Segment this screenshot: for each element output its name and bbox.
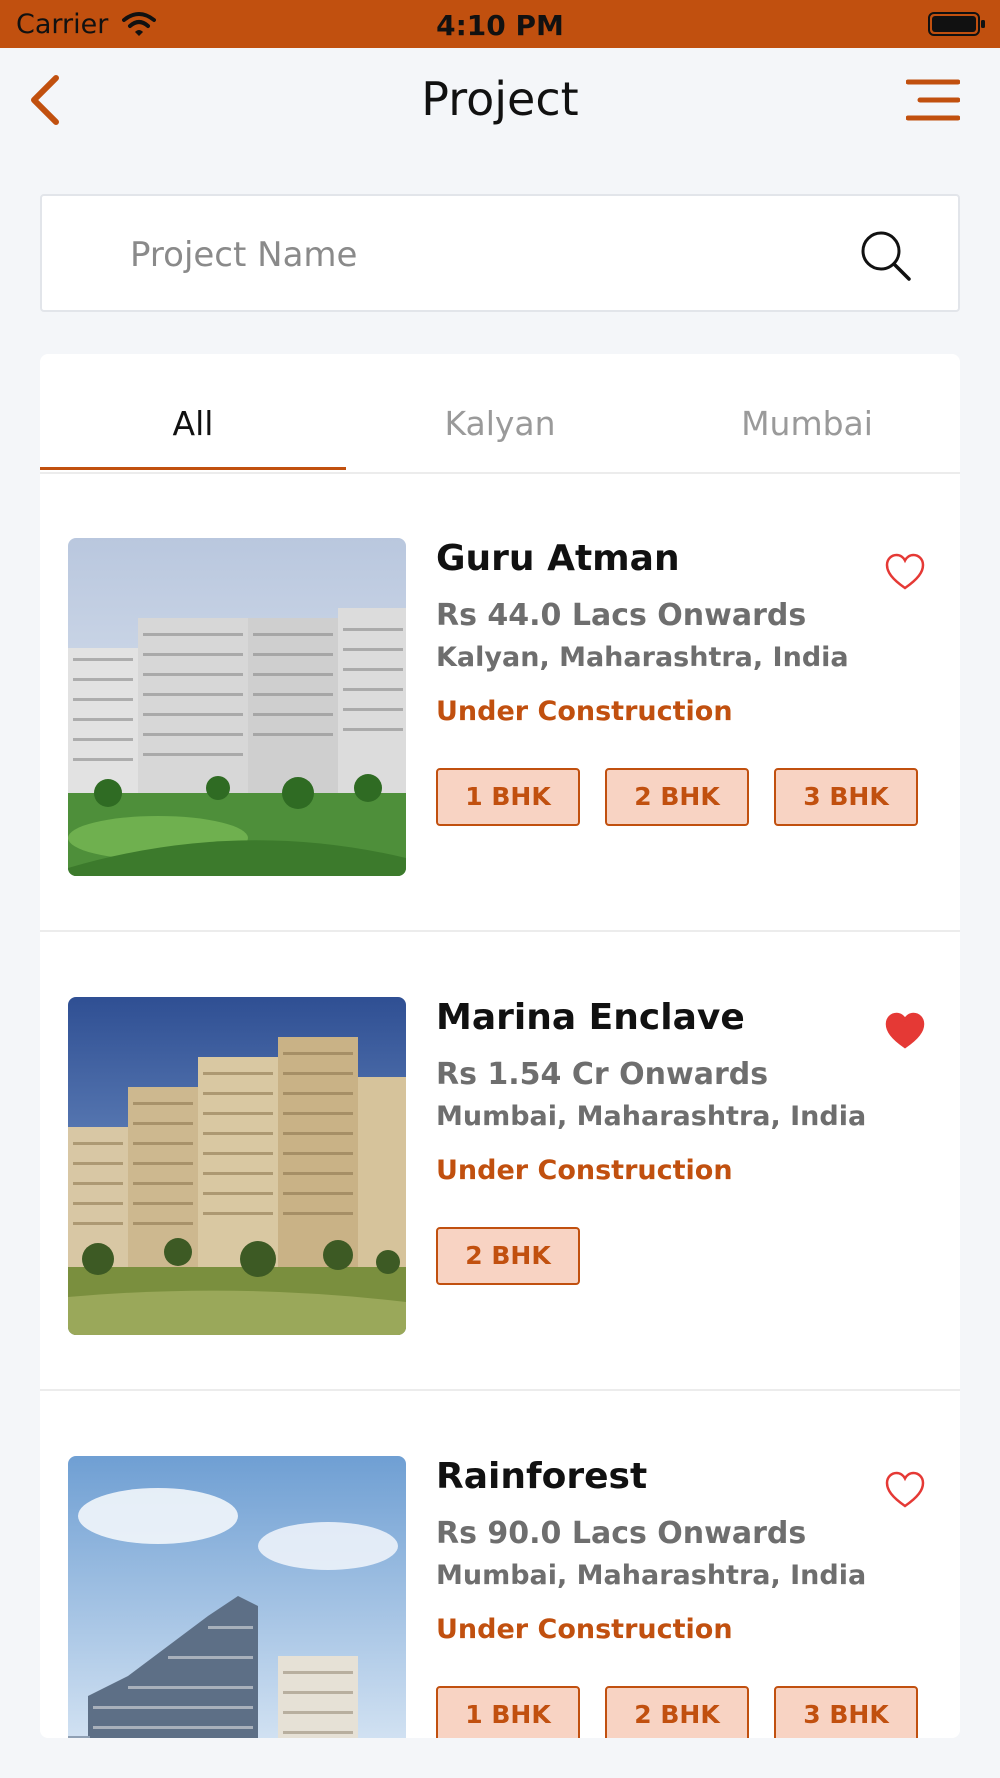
- wifi-icon: [122, 12, 156, 36]
- status-bar: Carrier 4:10 PM: [0, 0, 1000, 48]
- config-chip[interactable]: 1 BHK: [436, 768, 580, 826]
- project-image: [68, 1456, 406, 1738]
- search-box: [40, 194, 960, 312]
- project-image: [68, 997, 406, 1335]
- project-card-marina-enclave[interactable]: Marina Enclave Rs 1.54 Cr Onwards Mumbai…: [40, 931, 960, 1391]
- tab-kalyan[interactable]: Kalyan: [347, 354, 653, 472]
- project-status: Under Construction: [436, 1614, 733, 1645]
- search-icon[interactable]: [860, 230, 912, 282]
- config-chip[interactable]: 2 BHK: [436, 1227, 580, 1285]
- project-price: Rs 90.0 Lacs Onwards: [436, 1516, 807, 1551]
- tab-mumbai[interactable]: Mumbai: [654, 354, 960, 472]
- heart-outline-icon[interactable]: [884, 1470, 926, 1510]
- config-chip[interactable]: 3 BHK: [774, 1686, 918, 1738]
- page-title: Project: [421, 72, 579, 126]
- heart-outline-icon[interactable]: [884, 552, 926, 592]
- config-chip[interactable]: 1 BHK: [436, 1686, 580, 1738]
- project-name: Rainforest: [436, 1456, 648, 1497]
- battery-icon: [928, 12, 985, 36]
- project-card-rainforest[interactable]: Rainforest Rs 90.0 Lacs Onwards Mumbai, …: [40, 1390, 960, 1738]
- config-chip[interactable]: 3 BHK: [774, 768, 918, 826]
- project-status: Under Construction: [436, 696, 733, 727]
- search-input[interactable]: [128, 226, 852, 284]
- active-tab-indicator: [40, 467, 346, 470]
- project-name: Marina Enclave: [436, 997, 745, 1038]
- project-location: Kalyan, Maharashtra, India: [436, 642, 849, 673]
- location-tabs: All Kalyan Mumbai: [40, 354, 960, 474]
- project-list-panel: All Kalyan Mumbai Guru Atman Rs 44.0 Lac…: [40, 354, 960, 1738]
- heart-filled-icon[interactable]: [884, 1011, 926, 1051]
- carrier-label: Carrier: [16, 9, 109, 40]
- project-price: Rs 44.0 Lacs Onwards: [436, 598, 807, 633]
- back-icon[interactable]: [22, 72, 72, 128]
- project-status: Under Construction: [436, 1155, 733, 1186]
- project-card-guru-atman[interactable]: Guru Atman Rs 44.0 Lacs Onwards Kalyan, …: [40, 472, 960, 932]
- tab-all[interactable]: All: [40, 354, 346, 472]
- nav-bar: Project: [0, 48, 1000, 154]
- config-chip[interactable]: 2 BHK: [605, 1686, 749, 1738]
- project-price: Rs 1.54 Cr Onwards: [436, 1057, 769, 1092]
- project-image: [68, 538, 406, 876]
- project-location: Mumbai, Maharashtra, India: [436, 1560, 867, 1591]
- menu-icon[interactable]: [906, 78, 960, 122]
- config-chip[interactable]: 2 BHK: [605, 768, 749, 826]
- project-location: Mumbai, Maharashtra, India: [436, 1101, 867, 1132]
- project-name: Guru Atman: [436, 538, 680, 579]
